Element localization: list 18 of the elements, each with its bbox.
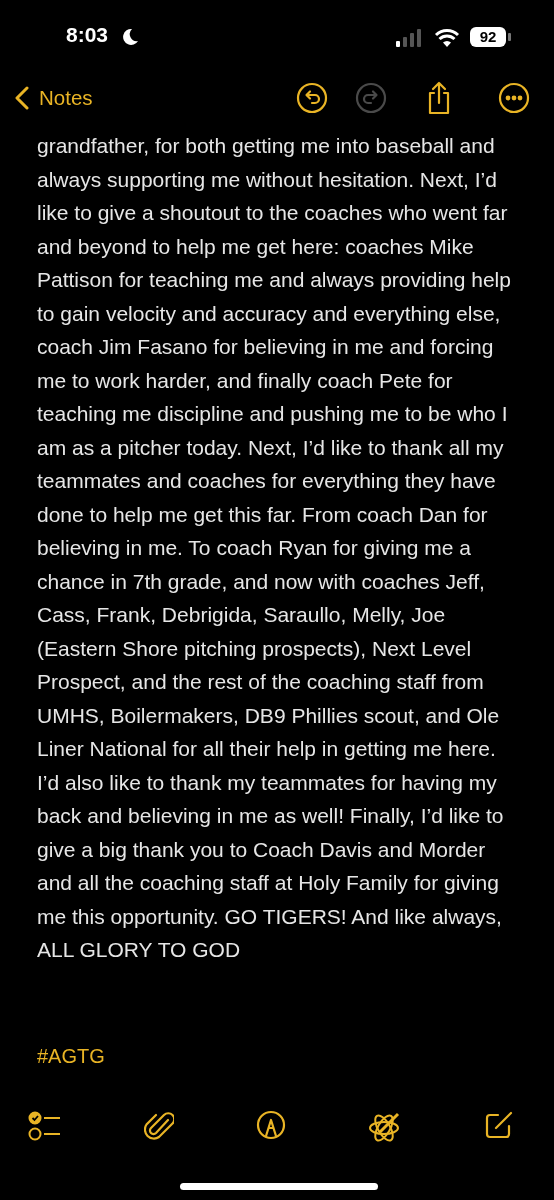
more-button[interactable] — [498, 82, 530, 114]
signal-icon — [396, 29, 424, 47]
checklist-icon[interactable] — [28, 1110, 62, 1142]
battery-icon: 92 — [470, 27, 506, 47]
atom-pencil-icon[interactable] — [368, 1110, 402, 1144]
status-time: 8:03 — [66, 23, 109, 47]
paperclip-icon[interactable] — [144, 1110, 174, 1142]
undo-button[interactable] — [296, 82, 328, 114]
hashtag: #AGTG — [37, 1044, 105, 1068]
wifi-icon — [434, 28, 460, 47]
chevron-icon — [15, 86, 29, 110]
moon-icon — [123, 28, 139, 45]
note-text: grandfather, for both getting me into baseball and always supporting me without hesitation. Next, I’d like to give a shoutout to the coaches who went far and beyond to help me get here: coaches Mike Pattison for teaching me and always providing help to gain velocity and accuracy and everything else, coach Jim Fasano for believing in me and forcing me to work harder, and finally coach Pete for teaching me discipline and pushing me to be who I am as a pitcher today. Next, I’d like to thank all my teammates and coaches for everything they have done to help me get this far. From coach Dan for believing in me. To coach Ryan for giving me a chance in 7th grade, and now with coaches Jeff, Cass, Frank, Debrigida, Saraullo, Melly, Joe (Eastern Shore pitching prospects), Next Level Prospect, and the rest of the coaching staff from UMHS, Boilermakers, DB9 Phillies scout, and Ole Liner National for all their help in getting me here. I’d also like to thank my teammates for having my back and believing in me as well! Finally, I’d like to give a big thank you to Coach Davis and Morder and all the coaching staff at Holy Family for giving me this opportunity. GO TIGERS! And like always, ALL GLORY TO GOD — [37, 133, 512, 963]
battery-tip-icon — [508, 33, 511, 41]
compose-icon[interactable] — [484, 1110, 514, 1140]
pen-icon[interactable] — [256, 1110, 286, 1140]
share-button[interactable] — [426, 81, 452, 115]
back-button[interactable]: Notes — [15, 86, 93, 110]
